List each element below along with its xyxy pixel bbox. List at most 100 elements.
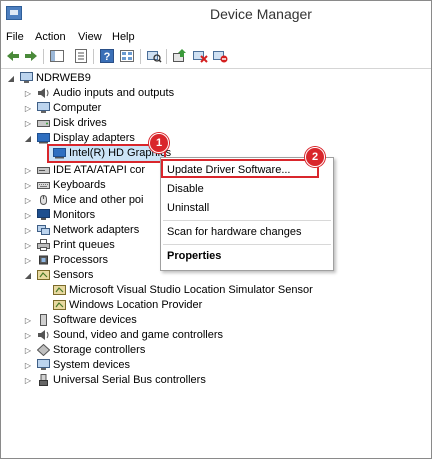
printer-icon [37,239,50,251]
network-adapter-icon [37,225,50,235]
expand-arrow-icon[interactable]: ▷ [24,257,32,265]
expand-arrow-icon[interactable]: ▷ [24,90,32,98]
view-icon[interactable] [119,48,135,64]
menu-view[interactable]: View [78,29,102,45]
tree-category-label: Print queues [53,239,115,251]
toolbar-separator [43,49,44,64]
callout-badge-2: 2 [305,147,325,167]
menu-action[interactable]: Action [35,29,66,45]
tree-category-label: Network adapters [53,224,140,236]
expand-arrow-icon[interactable]: ▷ [24,347,32,355]
usb-icon [39,374,48,386]
computer-icon [37,102,50,113]
collapse-arrow-icon[interactable]: ◢ [24,272,32,280]
tree-category-label: Processors [53,254,109,266]
mouse-icon [40,195,47,205]
tree-category-processors[interactable]: ▷ Processors [1,253,161,268]
tree-category-disk-drives[interactable]: ▷ Disk drives [1,116,201,131]
back-arrow-icon[interactable] [5,48,21,64]
tree-category-storage-controllers[interactable]: ▷ Storage controllers [1,343,201,358]
highlight-box-update-driver [161,159,319,178]
processor-icon [39,255,48,265]
tree-category-usb[interactable]: ▷ Universal Serial Bus controllers [1,373,241,388]
window-title: Device Manager [210,6,312,22]
tree-category-label: Sound, video and game controllers [53,329,223,341]
expand-arrow-icon[interactable]: ▷ [24,197,32,205]
tree-category-mice[interactable]: ▷ Mice and other poi [1,193,161,208]
highlight-box-device [47,144,166,163]
disable-icon[interactable] [212,48,228,64]
tree-category-label: Universal Serial Bus controllers [53,374,206,386]
keyboard-icon [37,182,50,189]
expand-arrow-icon[interactable]: ▷ [24,332,32,340]
tree-device-windows-location-provider[interactable]: Windows Location Provider [1,298,301,313]
menu-item-scan-hardware[interactable]: Scan for hardware changes [167,225,302,239]
tree-category-computer[interactable]: ▷ Computer [1,101,201,116]
tree-category-label: Audio inputs and outputs [53,87,175,99]
software-device-icon [40,314,47,326]
menu-item-disable[interactable]: Disable [167,182,204,196]
tree-category-label: Computer [53,102,102,114]
disk-drive-icon [37,120,50,127]
toolbar: ? [1,46,431,69]
tree-category-print-queues[interactable]: ▷ Print queues [1,238,161,253]
toolbar-separator [93,49,94,64]
computer-root-icon [20,72,33,83]
scan-hardware-icon[interactable] [146,48,162,64]
sound-icon [38,330,49,340]
expand-arrow-icon[interactable]: ▷ [24,105,32,113]
tree-category-software-devices[interactable]: ▷ Software devices [1,313,201,328]
forward-arrow-icon[interactable] [23,48,39,64]
expand-arrow-icon[interactable]: ▷ [24,227,32,235]
monitor-icon [37,209,50,220]
menu-item-properties[interactable]: Properties [167,249,221,263]
menu-separator [163,244,331,245]
collapse-arrow-icon[interactable]: ◢ [24,135,32,143]
storage-controller-icon [37,344,50,356]
expand-arrow-icon[interactable]: ▷ [24,212,32,220]
expand-arrow-icon[interactable]: ▷ [24,182,32,190]
help-icon[interactable]: ? [99,48,115,64]
tree-root-label: NDRWEB9 [36,72,91,84]
tree-category-label: Monitors [53,209,96,221]
callout-badge-1: 1 [149,133,169,153]
tree-category-system-devices[interactable]: ▷ System devices [1,358,201,373]
expand-arrow-icon[interactable]: ▷ [24,317,32,325]
tree-category-monitors[interactable]: ▷ Monitors [1,208,161,223]
tree-root[interactable]: ◢ NDRWEB9 [1,71,201,86]
tree-category-label: Keyboards [53,179,106,191]
tree-device-label: Windows Location Provider [69,299,203,311]
toolbar-separator [140,49,141,64]
tree-category-label: Mice and other poi [53,194,144,206]
update-driver-icon[interactable] [172,48,188,64]
expand-arrow-icon[interactable]: ▷ [24,362,32,370]
svg-text:?: ? [104,51,111,63]
tree-category-label: Sensors [53,269,94,281]
tree-category-sensors[interactable]: ◢ Sensors [1,268,161,283]
system-device-icon [37,359,50,370]
expand-arrow-icon[interactable]: ▷ [24,242,32,250]
show-hide-tree-icon[interactable] [49,48,65,64]
collapse-arrow-icon[interactable]: ◢ [7,75,15,83]
tree-device-location-simulator[interactable]: Microsoft Visual Studio Location Simulat… [1,283,313,298]
menu-help[interactable]: Help [112,29,135,45]
tree-device-label: Microsoft Visual Studio Location Simulat… [69,284,313,296]
device-manager-window: Device Manager File Action View Help ? ◢… [0,0,432,459]
tree-category-sound-video[interactable]: ▷ Sound, video and game controllers [1,328,241,343]
menu-item-uninstall[interactable]: Uninstall [167,201,209,215]
menu-separator [163,220,331,221]
menu-file[interactable]: File [6,29,24,45]
expand-arrow-icon[interactable]: ▷ [24,120,32,128]
tree-category-audio[interactable]: ▷ Audio inputs and outputs [1,86,201,101]
tree-category-label: IDE ATA/ATAPI cor [53,164,146,176]
sensor-icon [53,300,66,310]
expand-arrow-icon[interactable]: ▷ [24,167,32,175]
properties-icon[interactable] [73,48,89,64]
uninstall-icon[interactable] [192,48,208,64]
expand-arrow-icon[interactable]: ▷ [24,377,32,385]
ide-controller-icon [37,167,50,174]
tree-category-network-adapters[interactable]: ▷ Network adapters [1,223,161,238]
speaker-icon [38,88,49,98]
tree-category-keyboards[interactable]: ▷ Keyboards [1,178,161,193]
tree-category-ide[interactable]: ▷ IDE ATA/ATAPI cor [1,163,161,178]
